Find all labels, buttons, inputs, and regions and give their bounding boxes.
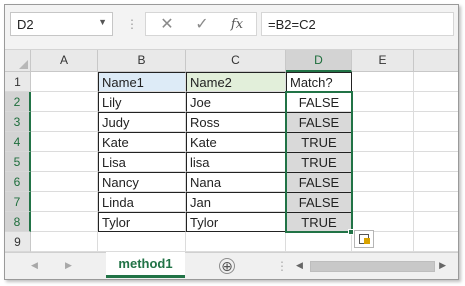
name-box-value: D2 xyxy=(17,17,34,32)
row-header-8[interactable]: 8 xyxy=(5,212,31,232)
cell-d3[interactable]: FALSE xyxy=(286,112,352,132)
cell-c2[interactable]: Joe xyxy=(186,92,286,112)
row-header-7[interactable]: 7 xyxy=(5,192,31,212)
cell-a1[interactable] xyxy=(31,72,98,92)
formula-text: =B2=C2 xyxy=(268,17,316,32)
cell-f7[interactable] xyxy=(414,192,458,212)
cell-f2[interactable] xyxy=(414,92,458,112)
cell-c7[interactable]: Jan xyxy=(186,192,286,212)
cell-e2[interactable] xyxy=(352,92,414,112)
column-header-c[interactable]: C xyxy=(186,50,286,72)
sheet-tab-bar: ◀ ▶ method1 ⊕ ⋮ ◀ ▶ xyxy=(5,252,458,279)
cell-c5[interactable]: lisa xyxy=(186,152,286,172)
cell-a3[interactable] xyxy=(31,112,98,132)
row-header-5[interactable]: 5 xyxy=(5,152,31,172)
cell-a4[interactable] xyxy=(31,132,98,152)
scroll-tabs-left-icon[interactable]: ◀ xyxy=(31,260,38,271)
cell-c3[interactable]: Ross xyxy=(186,112,286,132)
formula-tools: ✕ ✓ fx xyxy=(145,12,257,36)
cell-b7[interactable]: Linda xyxy=(98,192,186,212)
cell-d9[interactable] xyxy=(286,232,352,252)
cell-e1[interactable] xyxy=(352,72,414,92)
add-sheet-icon[interactable]: ⊕ xyxy=(219,258,235,274)
cell-c1[interactable]: Name2 xyxy=(186,72,286,92)
cell-f9[interactable] xyxy=(414,232,458,252)
cell-f5[interactable] xyxy=(414,152,458,172)
cell-e3[interactable] xyxy=(352,112,414,132)
excel-window: D2 ▼ ⋮ ✕ ✓ fx =B2=C2 A B C D E 1 2 3 4 5… xyxy=(4,4,459,280)
row-header-6[interactable]: 6 xyxy=(5,172,31,192)
formula-input[interactable]: =B2=C2 xyxy=(261,12,454,36)
cell-b1[interactable]: Name1 xyxy=(98,72,186,92)
row-header-4[interactable]: 4 xyxy=(5,132,31,152)
cell-a6[interactable] xyxy=(31,172,98,192)
quick-analysis-icon[interactable] xyxy=(354,230,374,248)
cell-d6[interactable]: FALSE xyxy=(286,172,352,192)
horizontal-scrollbar[interactable]: ◀ ▶ xyxy=(290,258,452,276)
cell-b5[interactable]: Lisa xyxy=(98,152,186,172)
cell-c9[interactable] xyxy=(186,232,286,252)
cell-a9[interactable] xyxy=(31,232,98,252)
cell-f6[interactable] xyxy=(414,172,458,192)
row-header-1[interactable]: 1 xyxy=(5,72,31,92)
cell-b4[interactable]: Kate xyxy=(98,132,186,152)
cell-b3[interactable]: Judy xyxy=(98,112,186,132)
cell-f1[interactable] xyxy=(414,72,458,92)
cell-a7[interactable] xyxy=(31,192,98,212)
cell-b9[interactable] xyxy=(98,232,186,252)
cell-e8[interactable] xyxy=(352,212,414,232)
cancel-icon[interactable]: ✕ xyxy=(156,15,178,35)
sheet-tab-method1[interactable]: method1 xyxy=(106,252,185,278)
cell-c8[interactable]: Tylor xyxy=(186,212,286,232)
column-header-a[interactable]: A xyxy=(31,50,98,72)
cell-f3[interactable] xyxy=(414,112,458,132)
cell-d4[interactable]: TRUE xyxy=(286,132,352,152)
formula-bar: D2 ▼ ⋮ ✕ ✓ fx =B2=C2 xyxy=(5,5,458,50)
cell-b6[interactable]: Nancy xyxy=(98,172,186,192)
cell-f8[interactable] xyxy=(414,212,458,232)
cell-a8[interactable] xyxy=(31,212,98,232)
cell-e6[interactable] xyxy=(352,172,414,192)
cell-c4[interactable]: Kate xyxy=(186,132,286,152)
cell-b2[interactable]: Lily xyxy=(98,92,186,112)
cell-a5[interactable] xyxy=(31,152,98,172)
cell-d1[interactable]: Match? xyxy=(286,72,352,92)
scroll-right-icon[interactable]: ▶ xyxy=(439,260,446,271)
formula-bar-grip-icon: ⋮ xyxy=(126,17,139,31)
cell-f4[interactable] xyxy=(414,132,458,152)
column-header-b[interactable]: B xyxy=(98,50,186,72)
row-header-2[interactable]: 2 xyxy=(5,92,31,112)
name-box[interactable]: D2 ▼ xyxy=(10,12,113,36)
cell-d8[interactable]: TRUE xyxy=(286,212,352,232)
cell-e7[interactable] xyxy=(352,192,414,212)
select-all-button[interactable] xyxy=(5,50,31,72)
scroll-left-icon[interactable]: ◀ xyxy=(296,260,303,271)
cell-e4[interactable] xyxy=(352,132,414,152)
cell-d5[interactable]: TRUE xyxy=(286,152,352,172)
insert-function-icon[interactable]: fx xyxy=(226,15,248,35)
scroll-tabs-right-icon[interactable]: ▶ xyxy=(65,260,72,271)
cell-e5[interactable] xyxy=(352,152,414,172)
cell-a2[interactable] xyxy=(31,92,98,112)
column-header-f[interactable] xyxy=(414,50,458,72)
cell-d2[interactable]: FALSE xyxy=(286,92,352,112)
scrollbar-thumb[interactable] xyxy=(310,261,435,272)
cell-b8[interactable]: Tylor xyxy=(98,212,186,232)
chevron-down-icon[interactable]: ▼ xyxy=(98,17,107,27)
cell-c6[interactable]: Nana xyxy=(186,172,286,192)
column-header-e[interactable]: E xyxy=(352,50,414,72)
cell-d7[interactable]: FALSE xyxy=(286,192,352,212)
row-header-9[interactable]: 9 xyxy=(5,232,31,252)
row-header-3[interactable]: 3 xyxy=(5,112,31,132)
column-header-d[interactable]: D xyxy=(286,50,352,72)
tab-splitter-icon[interactable]: ⋮ xyxy=(276,259,288,273)
enter-icon[interactable]: ✓ xyxy=(191,15,213,35)
worksheet-grid: A B C D E 1 2 3 4 5 6 7 8 9 Name1 Name2 … xyxy=(5,50,458,252)
